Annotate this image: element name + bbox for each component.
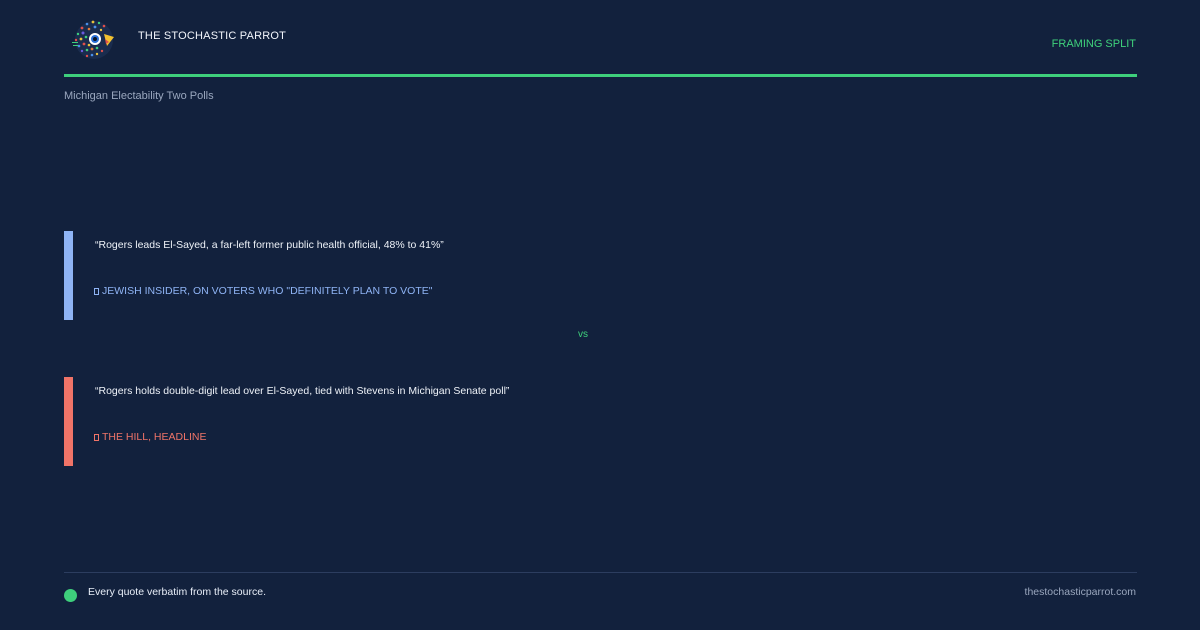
quote-card-the-hill: “Rogers holds double-digit lead over El-… [64, 377, 964, 466]
page-subtitle: Michigan Electability Two Polls [64, 90, 214, 102]
footer-note: Every quote verbatim from the source. [88, 586, 266, 598]
quote-text: “Rogers holds double-digit lead over El-… [95, 385, 510, 397]
framing-split-label: FRAMING SPLIT [1051, 38, 1136, 50]
footer-divider [64, 572, 1137, 573]
quote-attribution-text: THE HILL, HEADLINE [102, 431, 207, 443]
quote-card-jewish-insider: “Rogers leads El-Sayed, a far-left forme… [64, 231, 964, 320]
parrot-logo-icon [70, 18, 118, 62]
brand-name: THE STOCHASTIC PARROT [138, 30, 287, 42]
footer-site-link[interactable]: thestochasticparrot.com [1025, 586, 1136, 598]
quote-attribution: JEWISH INSIDER, ON VOTERS WHO "DEFINITEL… [94, 285, 432, 297]
versus-label: vs [578, 329, 588, 340]
quote-accent-bar [64, 377, 73, 466]
quote-accent-bar [64, 231, 73, 320]
source-marker-icon [94, 288, 99, 295]
status-dot-icon [64, 589, 77, 602]
quote-attribution: THE HILL, HEADLINE [94, 431, 206, 443]
quote-text: “Rogers leads El-Sayed, a far-left forme… [95, 239, 444, 251]
quote-attribution-text: JEWISH INSIDER, ON VOTERS WHO "DEFINITEL… [102, 285, 433, 297]
header-divider [64, 74, 1137, 77]
source-marker-icon [94, 434, 99, 441]
